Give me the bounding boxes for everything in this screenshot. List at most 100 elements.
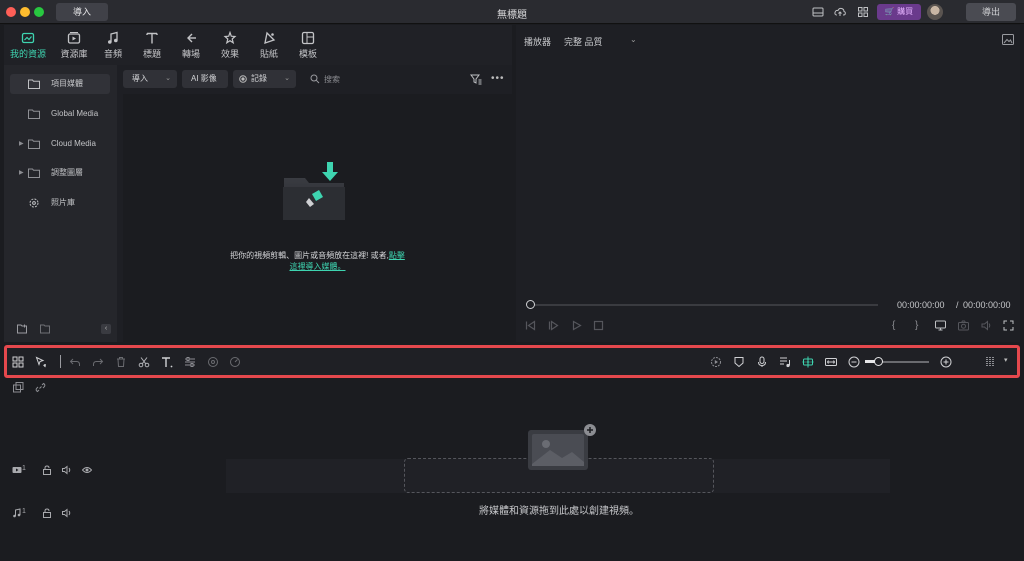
close-window-button[interactable]: [6, 7, 16, 17]
effects-icon: [223, 31, 237, 45]
title-bar: 導入 無標題 🛒 購買 導出: [0, 0, 1024, 24]
cart-icon: 🛒: [884, 7, 895, 16]
text-tool-icon[interactable]: [161, 356, 173, 368]
timeline-drop-text: 將媒體和資源拖到此處以創建視頻。: [479, 506, 639, 517]
tab-templates[interactable]: 模板: [288, 31, 328, 60]
add-track-icon[interactable]: [13, 382, 24, 393]
cloud-upload-icon[interactable]: [834, 6, 846, 18]
grid-apps-icon[interactable]: [857, 6, 869, 18]
minimize-window-button[interactable]: [20, 7, 30, 17]
audio-meter-icon[interactable]: [985, 356, 997, 368]
speed-icon[interactable]: [229, 356, 241, 368]
buy-label: 購買: [897, 7, 914, 16]
undo-icon[interactable]: [69, 356, 81, 368]
volume-icon[interactable]: [981, 320, 992, 331]
sidebar-item-global-media[interactable]: Global Media: [10, 104, 110, 124]
new-folder-icon[interactable]: [17, 324, 27, 334]
track-number: 1: [22, 465, 26, 472]
search-input[interactable]: 搜索: [324, 74, 340, 85]
adjust-sliders-icon[interactable]: [184, 356, 196, 368]
delete-icon[interactable]: [115, 356, 127, 368]
volume-icon[interactable]: [62, 508, 72, 518]
tab-label: 效果: [220, 49, 239, 59]
title-icon: [146, 32, 158, 44]
sidebar-item-adjustment-layer[interactable]: ▶ 調整圖層: [10, 163, 110, 183]
camera-icon[interactable]: [958, 320, 969, 331]
lock-icon[interactable]: [42, 508, 52, 518]
drop-text-line1: 把你的視頻剪輯、圖片或音頻放在這裡! 或者,: [230, 251, 389, 260]
chevron-down-icon: ⌄: [630, 35, 637, 44]
export-button[interactable]: 導出: [966, 3, 1016, 21]
tab-effects[interactable]: 效果: [210, 31, 250, 60]
marker-shield-icon[interactable]: [733, 356, 745, 368]
more-options-icon[interactable]: •••: [491, 73, 505, 84]
scrubber-handle[interactable]: [526, 300, 535, 309]
mark-out-icon[interactable]: }: [915, 320, 918, 331]
maximize-window-button[interactable]: [34, 7, 44, 17]
record-dropdown[interactable]: 記錄 ⌄: [233, 70, 296, 88]
playback-scrubber[interactable]: [530, 304, 878, 306]
expand-arrow-icon[interactable]: ▶: [19, 134, 24, 154]
media-drop-area[interactable]: 把你的視頻剪輯、圖片或音頻放在這裡! 或者,點擊 這裡導入媒體。: [123, 94, 512, 342]
zoom-slider-handle[interactable]: [874, 357, 883, 366]
folder-icon: [28, 139, 40, 149]
stop-icon[interactable]: [593, 320, 604, 331]
avatar[interactable]: [927, 4, 943, 20]
zoom-out-icon[interactable]: [848, 356, 860, 368]
import-folder-illustration: [283, 162, 345, 220]
folder-outline-icon[interactable]: [40, 324, 50, 334]
click-link[interactable]: 點擊: [389, 251, 405, 260]
fullscreen-icon[interactable]: [1003, 320, 1014, 331]
collapse-sidebar-button[interactable]: ‹: [101, 324, 111, 334]
render-preview-icon[interactable]: [710, 356, 722, 368]
tab-transitions[interactable]: 轉場: [171, 31, 211, 60]
ai-split-icon[interactable]: [802, 356, 814, 368]
play-icon[interactable]: [571, 320, 582, 331]
eye-icon[interactable]: [82, 465, 92, 475]
previous-frame-icon[interactable]: [525, 320, 536, 331]
template-icon: [301, 31, 315, 45]
tab-label: 貼紙: [259, 49, 278, 59]
chevron-down-icon[interactable]: ▾: [1004, 356, 1012, 368]
link-icon[interactable]: [35, 382, 46, 393]
window-title: 無標題: [497, 10, 527, 21]
tab-my-resources[interactable]: 我的資源: [8, 31, 48, 60]
tab-label: 我的資源: [9, 49, 46, 59]
microphone-icon[interactable]: [756, 356, 768, 368]
ai-image-button[interactable]: AI 影像: [182, 70, 228, 88]
top-import-button[interactable]: 導入: [56, 3, 108, 21]
redo-icon[interactable]: [92, 356, 104, 368]
lock-icon[interactable]: [42, 465, 52, 475]
color-wheel-icon[interactable]: [207, 356, 219, 368]
audio-list-icon[interactable]: [779, 356, 791, 368]
layout-grid-icon[interactable]: [12, 356, 24, 368]
display-icon[interactable]: [935, 320, 946, 331]
volume-icon[interactable]: [62, 465, 72, 475]
buy-button[interactable]: 🛒 購買: [877, 4, 921, 20]
expand-arrow-icon[interactable]: ▶: [19, 163, 24, 183]
fit-timeline-icon[interactable]: [825, 356, 837, 368]
sidebar-item-cloud-media[interactable]: ▶ Cloud Media: [10, 134, 110, 154]
import-media-link[interactable]: 這裡導入媒體。: [290, 262, 346, 271]
tab-audio[interactable]: 音頻: [93, 31, 133, 60]
snapshot-image-icon[interactable]: [1002, 34, 1014, 45]
import-dropdown[interactable]: 導入 ⌄: [123, 70, 177, 88]
timeline-panel[interactable]: 1 1 將媒體和資源拖到此處以創建視頻。: [4, 380, 1020, 561]
sidebar-item-photo-library[interactable]: 照片庫: [10, 193, 110, 213]
filter-icon[interactable]: [470, 73, 482, 85]
chevron-down-icon: ⌄: [284, 75, 290, 82]
tab-library[interactable]: 資源庫: [54, 31, 94, 60]
time-separator: /: [956, 300, 959, 310]
scissors-icon[interactable]: [138, 356, 150, 368]
play-frame-icon[interactable]: [548, 320, 559, 331]
select-cursor-icon[interactable]: [35, 356, 47, 368]
mark-in-icon[interactable]: {: [892, 320, 895, 331]
sidebar-item-project-media[interactable]: 項目媒體: [10, 74, 110, 94]
layout-icon[interactable]: [812, 6, 824, 18]
quality-dropdown[interactable]: 完整 品質: [564, 35, 603, 48]
folder-icon: [28, 79, 40, 89]
zoom-in-icon[interactable]: [940, 356, 952, 368]
tab-titles[interactable]: 標題: [132, 31, 172, 60]
tab-stickers[interactable]: 貼紙: [249, 31, 289, 60]
toolbar-divider: [60, 355, 61, 368]
